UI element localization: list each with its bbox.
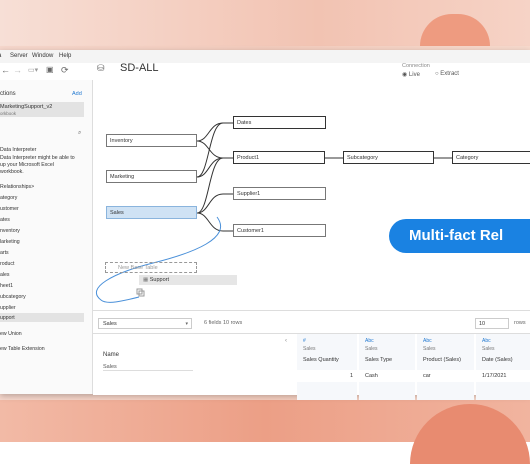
live-label: Live <box>408 72 420 78</box>
collapse-icon[interactable]: ‹ <box>285 338 287 344</box>
refresh-icon[interactable]: ⟳ <box>61 65 69 76</box>
datasource-icon: ⛁ <box>97 63 105 73</box>
cell-value: 1 <box>297 370 357 382</box>
left-pane: ctions Add MarketingSupport_v2 orkbook ⌕… <box>0 80 93 394</box>
name-field-value[interactable]: Sales <box>103 364 193 371</box>
table-category[interactable]: Category <box>452 151 530 164</box>
table-inventory[interactable]: Inventory <box>106 134 197 147</box>
new-base-table-drop[interactable]: New Base Table <box>105 262 197 273</box>
sheet-item[interactable]: roduct <box>0 261 14 267</box>
dragging-table-label: Support <box>149 277 169 283</box>
search-icon[interactable]: ⌕ <box>78 130 81 137</box>
cell-value: Cash <box>359 370 415 382</box>
string-type-icon: Abc <box>365 338 374 344</box>
interpreter-text-2: up your Microsoft Excel <box>0 162 54 168</box>
interpreter-text-1: Data Interpreter might be able to <box>0 155 75 161</box>
connections-heading: ctions <box>0 91 16 97</box>
connection-label: Connection <box>402 63 430 69</box>
table-product1[interactable]: Product1 <box>233 151 325 164</box>
preview-column[interactable]: Abc Sales Sales Type Cash <box>359 334 415 400</box>
preview-column[interactable]: Abc Sales Product (Sales) car <box>417 334 474 400</box>
menu-item-window[interactable]: Window <box>32 53 53 59</box>
table-dates[interactable]: Dates <box>233 116 326 129</box>
new-union-item[interactable]: ew Union <box>0 331 22 337</box>
interpreter-title: Data Interpreter <box>0 147 37 153</box>
sheet-item[interactable]: ates <box>0 217 10 223</box>
cell-value: car <box>417 370 474 382</box>
sheet-item[interactable]: upplier <box>0 305 16 311</box>
chevron-down-icon: ▾ <box>185 321 188 327</box>
banner-clip: Multi-fact Rel <box>389 218 530 254</box>
column-name: Sales Type <box>365 357 393 363</box>
add-connection-link[interactable]: Add <box>72 91 82 97</box>
preview-column[interactable]: Abc Sales Date (Sales) 1/17/2021 <box>476 334 530 400</box>
rows-label: rows <box>514 320 526 326</box>
number-type-icon: # <box>303 338 306 344</box>
back-icon[interactable]: ← <box>1 65 10 75</box>
connection-type: orkbook <box>0 111 17 116</box>
interpreter-text-3: workbook. <box>0 169 24 175</box>
selected-connection[interactable]: MarketingSupport_v2 orkbook <box>0 102 84 117</box>
sheet-item[interactable]: ustomer <box>0 206 19 212</box>
sheet-item[interactable]: heet1 <box>0 283 13 289</box>
relationship-canvas[interactable]: ⛁ SD-ALL Connection ◉ Live ○ Extract Dat… <box>93 62 530 309</box>
sheet-item[interactable]: ategory <box>0 195 17 201</box>
forward-icon[interactable]: → <box>13 65 22 75</box>
field-row-count: 6 fields 10 rows <box>204 320 243 326</box>
preview-column[interactable]: # Sales Sales Quantity 1 <box>297 334 357 400</box>
sheet-item-selected[interactable]: upport <box>0 315 15 321</box>
table-icon: ▦ <box>143 277 150 283</box>
menu-bar: a Server Window Help <box>0 50 530 63</box>
connection-name: MarketingSupport_v2 <box>0 104 53 110</box>
menu-item-data[interactable]: a <box>0 53 1 59</box>
column-source: Sales <box>423 346 436 352</box>
string-type-icon: Abc <box>423 338 432 344</box>
table-select[interactable]: Sales ▾ <box>98 318 192 329</box>
column-source: Sales <box>303 346 316 352</box>
cell-value: 1/17/2021 <box>476 370 530 382</box>
save-icon[interactable]: ▣ <box>46 65 54 74</box>
table-sales[interactable]: Sales <box>106 206 197 219</box>
table-subcategory[interactable]: Subcategory <box>343 151 434 164</box>
column-source: Sales <box>365 346 378 352</box>
extract-label: Extract <box>440 71 459 77</box>
name-column-header: Name <box>103 352 120 358</box>
multi-fact-banner: Multi-fact Rel <box>389 219 530 253</box>
table-marketing[interactable]: Marketing <box>106 170 197 183</box>
sheet-item[interactable]: arts <box>0 250 9 256</box>
rows-input[interactable]: 10 <box>475 318 509 329</box>
table-customer1[interactable]: Customer1 <box>233 224 326 237</box>
toolbar: ← → ▭▾ ▣ ⟳ <box>0 63 92 79</box>
menu-item-server[interactable]: Server <box>10 53 28 59</box>
live-radio[interactable]: ◉ Live <box>402 71 420 78</box>
column-name: Date (Sales) <box>482 357 513 363</box>
datasource-title[interactable]: SD-ALL <box>120 62 159 74</box>
new-table-extension-item[interactable]: ew Table Extension <box>0 346 45 352</box>
string-type-icon: Abc <box>482 338 491 344</box>
extract-radio[interactable]: ○ Extract <box>435 71 459 77</box>
column-name: Product (Sales) <box>423 357 461 363</box>
menu-item-help[interactable]: Help <box>59 53 71 59</box>
dragging-table-support[interactable]: ▦ Support <box>139 275 237 285</box>
table-supplier1[interactable]: Supplier1 <box>233 187 326 200</box>
sheet-item[interactable]: ubcategory <box>0 294 26 300</box>
sheet-item[interactable]: larketing <box>0 239 20 245</box>
relationships-link[interactable]: Relationships> <box>0 184 34 190</box>
table-select-value: Sales <box>103 321 117 327</box>
connect-icon[interactable]: ▭▾ <box>28 66 38 74</box>
column-source: Sales <box>482 346 495 352</box>
sheet-item[interactable]: ales <box>0 272 10 278</box>
sheet-item[interactable]: nventory <box>0 228 20 234</box>
column-name: Sales Quantity <box>303 357 339 363</box>
